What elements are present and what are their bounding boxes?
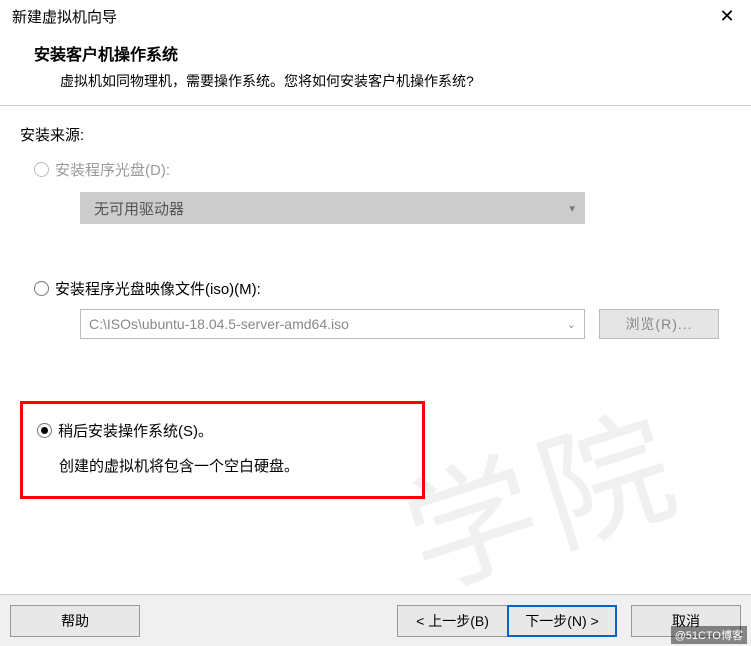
- iso-path-combobox[interactable]: C:\ISOs\ubuntu-18.04.5-server-amd64.iso …: [80, 309, 585, 339]
- help-button[interactable]: 帮助: [10, 605, 140, 637]
- option-iso[interactable]: 安装程序光盘映像文件(iso)(M):: [34, 278, 731, 299]
- iso-path-text: C:\ISOs\ubuntu-18.04.5-server-amd64.iso: [89, 316, 349, 332]
- browse-button: 浏览(R)...: [599, 309, 719, 339]
- option-later-desc: 创建的虚拟机将包含一个空白硬盘。: [59, 455, 412, 476]
- header-title: 安装客户机操作系统: [34, 41, 739, 65]
- next-button[interactable]: 下一步(N) >: [507, 605, 617, 637]
- wizard-header: 安装客户机操作系统 虚拟机如同物理机，需要操作系统。您将如何安装客户机操作系统?: [0, 33, 751, 106]
- radio-later[interactable]: [37, 423, 52, 438]
- wizard-footer: 帮助 < 上一步(B) 下一步(N) > 取消: [0, 594, 751, 646]
- chevron-down-icon: ⌄: [567, 318, 576, 331]
- disc-drive-dropdown-text: 无可用驱动器: [94, 198, 184, 219]
- option-disc-label: 安装程序光盘(D):: [55, 159, 170, 180]
- close-icon[interactable]: ✕: [715, 6, 739, 27]
- install-source-label: 安装来源:: [20, 124, 731, 145]
- source-tag: @51CTO博客: [671, 626, 747, 644]
- chevron-down-icon: ▾: [569, 202, 575, 215]
- titlebar: 新建虚拟机向导 ✕: [0, 0, 751, 33]
- radio-disc: [34, 162, 49, 177]
- back-button[interactable]: < 上一步(B): [397, 605, 507, 637]
- option-later-highlight: 稍后安装操作系统(S)。 创建的虚拟机将包含一个空白硬盘。: [20, 401, 425, 499]
- window-title: 新建虚拟机向导: [12, 6, 117, 27]
- option-iso-label: 安装程序光盘映像文件(iso)(M):: [55, 278, 261, 299]
- wizard-content: 安装来源: 安装程序光盘(D): 无可用驱动器 ▾ 安装程序光盘映像文件(iso…: [0, 106, 751, 499]
- header-subtitle: 虚拟机如同物理机，需要操作系统。您将如何安装客户机操作系统?: [60, 71, 739, 91]
- radio-iso[interactable]: [34, 281, 49, 296]
- option-disc: 安装程序光盘(D):: [34, 159, 731, 180]
- disc-drive-dropdown: 无可用驱动器 ▾: [80, 192, 585, 224]
- option-later[interactable]: 稍后安装操作系统(S)。: [37, 420, 412, 441]
- option-later-label: 稍后安装操作系统(S)。: [58, 420, 213, 441]
